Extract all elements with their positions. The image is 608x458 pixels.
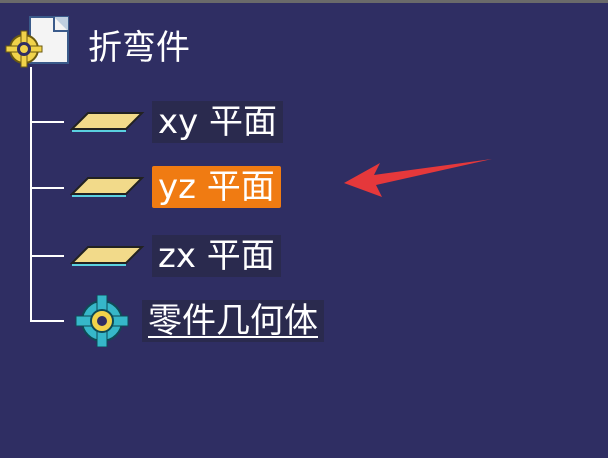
tree-connector-branch [30,320,64,322]
plane-icon [70,112,145,132]
tree-item-xy-plane[interactable]: xy 平面 [70,101,284,143]
tree-connector-branch [30,255,64,257]
tree-item-zx-plane[interactable]: zx 平面 [70,235,281,277]
tree-item-label[interactable]: zx 平面 [152,235,281,277]
annotation-arrow-icon [344,159,492,197]
specification-tree-panel: 折弯件 xy 平面 yz 平面 zx 平面 零件几何体 [0,0,608,458]
tree-item-part-body[interactable]: 零件几何体 [68,295,324,347]
tree-item-yz-plane[interactable]: yz 平面 [70,166,281,208]
tree-item-label-selected[interactable]: yz 平面 [152,166,281,208]
tree-connector-branch [30,187,64,189]
part-body-gear-icon [75,295,129,347]
tree-root-label[interactable]: 折弯件 [88,27,190,69]
tree-item-label[interactable]: 零件几何体 [142,300,324,342]
tree-connector-branch [30,121,64,123]
plane-icon [70,246,145,266]
part-document-gear-icon[interactable] [4,13,80,73]
tree-item-label[interactable]: xy 平面 [152,101,284,143]
plane-icon [70,177,145,197]
tree-connector-vertical [30,67,32,321]
